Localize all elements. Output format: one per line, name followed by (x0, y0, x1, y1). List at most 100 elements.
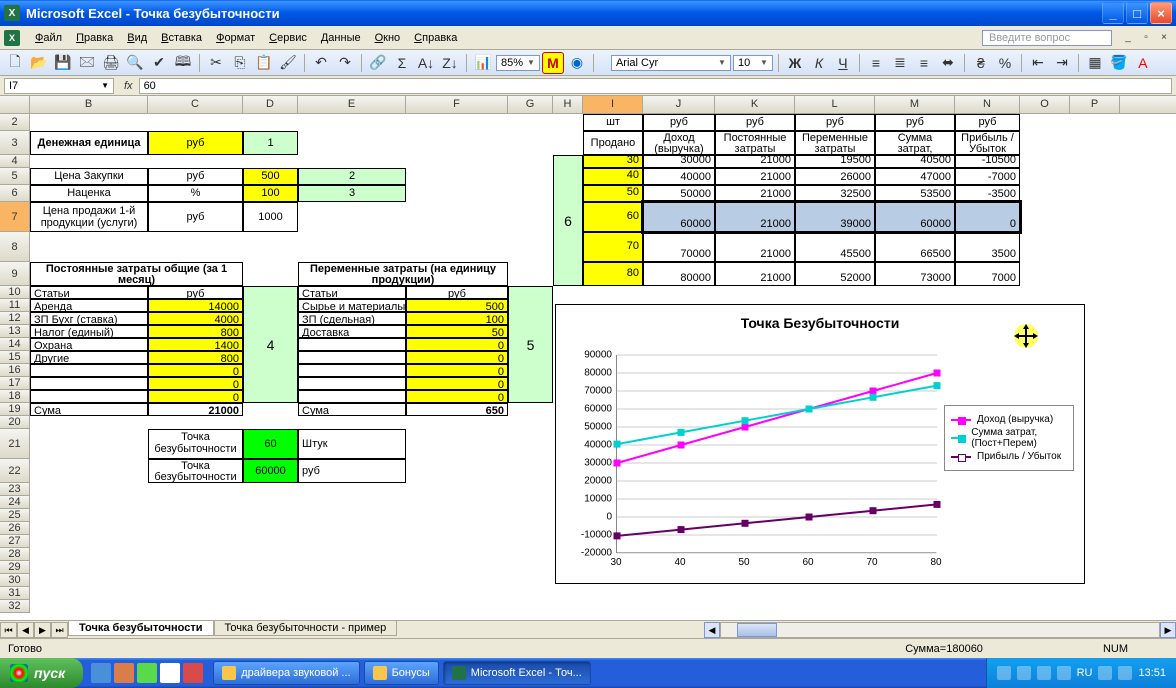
cell-L2[interactable]: руб (795, 114, 875, 131)
name-box[interactable]: I7▼ (4, 78, 114, 94)
fill-color-icon[interactable]: 🪣 (1108, 52, 1130, 74)
cell-C12[interactable]: 4000 (148, 312, 243, 325)
cell-K8[interactable]: 21000 (715, 232, 795, 262)
cell-M7[interactable]: 60000 (875, 202, 955, 232)
cell-N7[interactable]: 0 (955, 202, 1020, 232)
cell-D22[interactable]: 60000 (243, 459, 298, 483)
row-7[interactable]: 7 (0, 202, 30, 232)
cell-L5[interactable]: 26000 (795, 168, 875, 185)
tab-first[interactable]: ⏮ (0, 622, 17, 638)
row-18[interactable]: 18 (0, 390, 30, 403)
borders-icon[interactable]: ▦ (1084, 52, 1106, 74)
cell-N9[interactable]: 7000 (955, 262, 1020, 286)
cell-I2[interactable]: шт (583, 114, 643, 131)
cell-L9[interactable]: 52000 (795, 262, 875, 286)
row-16[interactable]: 16 (0, 364, 30, 377)
col-C[interactable]: C (148, 96, 243, 113)
row-5[interactable]: 5 (0, 168, 30, 185)
spell-icon[interactable]: ✔ (148, 52, 170, 74)
row-17[interactable]: 17 (0, 377, 30, 390)
row-29[interactable]: 29 (0, 561, 30, 574)
copy-icon[interactable]: ⎘ (229, 52, 251, 74)
ql-app-icon[interactable] (160, 663, 180, 683)
tray-icon-1[interactable] (997, 666, 1011, 680)
undo-icon[interactable]: ↶ (310, 52, 332, 74)
cell-E19[interactable]: Сума (298, 403, 406, 416)
sort-asc-icon[interactable]: A↓ (415, 52, 437, 74)
cell-E6[interactable]: 3 (298, 185, 406, 202)
cell-C21[interactable]: Точка безубыточности (148, 429, 243, 459)
task-excel[interactable]: Microsoft Excel - Точ... (443, 661, 591, 685)
cell-C16[interactable]: 0 (148, 364, 243, 377)
cell-I4[interactable]: 30 (583, 155, 643, 168)
cell-E22[interactable]: руб (298, 459, 406, 483)
ql-ie-icon[interactable] (91, 663, 111, 683)
cell-K4[interactable]: 21000 (715, 155, 795, 168)
chart[interactable]: Точка Безубыточности Доход (выручка) Сум… (555, 304, 1085, 584)
cell-E15[interactable] (298, 351, 406, 364)
cell-B15[interactable]: Другие (30, 351, 148, 364)
hyperlink-icon[interactable]: 🔗 (367, 52, 389, 74)
tray-icon-4[interactable] (1057, 666, 1071, 680)
cell-B14[interactable]: Охрана (30, 338, 148, 351)
maximize-button[interactable]: □ (1126, 2, 1148, 24)
cell-B7[interactable]: Цена продажи 1-й продукции (услуги) (30, 202, 148, 232)
cut-icon[interactable]: ✂ (205, 52, 227, 74)
open-icon[interactable]: 📂 (28, 52, 50, 74)
cell-D7[interactable]: 1000 (243, 202, 298, 232)
cell-K3[interactable]: Постоянные затраты (715, 131, 795, 155)
col-O[interactable]: O (1020, 96, 1070, 113)
chart-icon[interactable]: 📊 (472, 52, 494, 74)
cell-F12[interactable]: 100 (406, 312, 508, 325)
cell-M2[interactable]: руб (875, 114, 955, 131)
menu-service[interactable]: Сервис (262, 30, 314, 46)
permission-icon[interactable]: 🖂 (76, 52, 98, 74)
col-F[interactable]: F (406, 96, 508, 113)
cell-B17[interactable] (30, 377, 148, 390)
cell-E18[interactable] (298, 390, 406, 403)
cell-B3[interactable]: Денежная единица (30, 131, 148, 155)
tray-lang[interactable]: RU (1077, 667, 1093, 679)
cell-F16[interactable]: 0 (406, 364, 508, 377)
ql-app2-icon[interactable] (183, 663, 203, 683)
row-15[interactable]: 15 (0, 351, 30, 364)
cell-B10[interactable]: Статьи (30, 286, 148, 299)
cell-C10[interactable]: руб (148, 286, 243, 299)
tab-last[interactable]: ⏭ (51, 622, 68, 638)
row-9[interactable]: 9 (0, 262, 30, 286)
cell-N4[interactable]: -10500 (955, 155, 1020, 168)
menu-insert[interactable]: Вставка (154, 30, 209, 46)
col-B[interactable]: B (30, 96, 148, 113)
cell-C7[interactable]: руб (148, 202, 243, 232)
zoom-combo[interactable]: 85%▼ (496, 55, 540, 71)
cell-J7[interactable]: 60000 (643, 202, 715, 232)
indent-inc-icon[interactable]: ⇥ (1051, 52, 1073, 74)
cell-C11[interactable]: 14000 (148, 299, 243, 312)
cell-E16[interactable] (298, 364, 406, 377)
row-25[interactable]: 25 (0, 509, 30, 522)
cell-E5[interactable]: 2 (298, 168, 406, 185)
menu-edit[interactable]: Правка (69, 30, 120, 46)
autosum-icon[interactable]: Σ (391, 52, 413, 74)
cell-L6[interactable]: 32500 (795, 185, 875, 202)
menu-window[interactable]: Окно (368, 30, 408, 46)
col-M[interactable]: M (875, 96, 955, 113)
ql-media-icon[interactable] (137, 663, 157, 683)
cell-H4[interactable]: 6 (553, 155, 583, 286)
cell-J8[interactable]: 70000 (643, 232, 715, 262)
cell-C5[interactable]: руб (148, 168, 243, 185)
indent-dec-icon[interactable]: ⇤ (1027, 52, 1049, 74)
formula-bar[interactable]: 60 (139, 78, 1172, 94)
row-31[interactable]: 31 (0, 587, 30, 600)
cell-B5[interactable]: Цена Закупки (30, 168, 148, 185)
cell-K6[interactable]: 21000 (715, 185, 795, 202)
cell-C3[interactable]: руб (148, 131, 243, 155)
cell-C14[interactable]: 1400 (148, 338, 243, 351)
cell-D3[interactable]: 1 (243, 131, 298, 155)
underline-icon[interactable]: Ч (832, 52, 854, 74)
cell-B12[interactable]: ЗП Бухг (ставка) (30, 312, 148, 325)
col-G[interactable]: G (508, 96, 553, 113)
cell-E10[interactable]: Статьи (298, 286, 406, 299)
cell-C15[interactable]: 800 (148, 351, 243, 364)
cell-J6[interactable]: 50000 (643, 185, 715, 202)
